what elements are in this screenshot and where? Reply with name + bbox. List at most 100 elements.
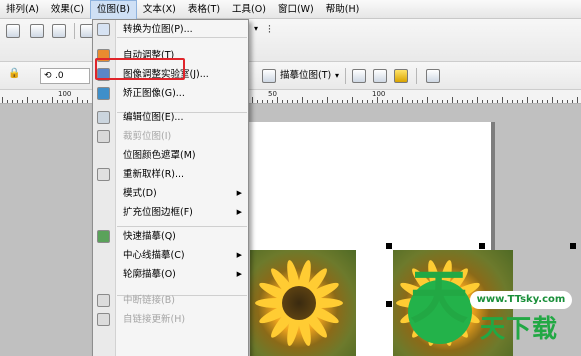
property-bar: 🔒 ⟲ .0 描摹位图(T) ▾ — [0, 62, 581, 90]
menu-separator — [117, 37, 247, 38]
ruler-tick — [567, 100, 568, 103]
menu-item-label: 扩充位图边框(F) — [123, 207, 193, 218]
trace-bitmap-button[interactable]: 描摹位图(T) — [280, 68, 331, 84]
ruler-tick — [272, 100, 273, 103]
ruler-tick — [437, 100, 438, 103]
ruler-tick — [467, 100, 468, 103]
ruler-tick — [277, 97, 278, 103]
ruler-tick — [397, 100, 398, 103]
edit-bitmap-icon — [97, 111, 110, 124]
ruler-tick — [477, 97, 478, 103]
menu-item-label: 中心线描摹(C) — [123, 250, 185, 261]
bitmap-menu-item[interactable]: 模式(D) ▶ — [93, 184, 248, 203]
menu-help[interactable]: 帮助(H) — [320, 0, 366, 19]
ruler-tick — [402, 97, 403, 103]
rotation-value: .0 — [55, 71, 64, 81]
ruler-tick — [357, 100, 358, 103]
ruler-tick — [517, 100, 518, 103]
bitmap-menu-item[interactable]: 重新取样(R)... — [93, 165, 248, 184]
watermark-brand: 天下载 — [480, 314, 559, 343]
ruler-tick — [307, 100, 308, 103]
update-link-icon — [97, 313, 110, 326]
flower-center — [282, 286, 316, 320]
ruler-tick — [32, 100, 33, 103]
crop-icon[interactable] — [352, 69, 366, 83]
ruler-tick — [422, 100, 423, 103]
ruler-tick — [367, 100, 368, 103]
ruler-tick — [27, 97, 28, 103]
edit-bitmap-tool-icon[interactable] — [394, 69, 408, 83]
dropdown-arrow-icon[interactable]: ▾ — [254, 24, 264, 38]
ruler-tick — [37, 100, 38, 103]
ruler-tick — [492, 100, 493, 103]
menu-table[interactable]: 表格(T) — [182, 0, 226, 19]
ruler-tick — [557, 100, 558, 103]
ruler-tick — [262, 100, 263, 103]
ruler-tick — [462, 100, 463, 103]
bitmap-menu-item[interactable]: 矫正图像(G)... — [93, 84, 248, 103]
ruler-tick — [12, 100, 13, 103]
ruler-label: 100 — [58, 90, 72, 98]
menu-bitmap[interactable]: 位图(B) — [89, 0, 137, 19]
bitmap-menu-item[interactable]: 位图颜色遮罩(M) — [93, 146, 248, 165]
break-link-icon — [97, 294, 110, 307]
ruler-tick — [432, 100, 433, 103]
flower-photo-original[interactable] — [250, 250, 356, 356]
menu-item-label: 轮廓描摹(O) — [123, 269, 176, 280]
quick-trace-icon — [97, 230, 110, 243]
trace-dropdown-arrow-icon[interactable]: ▾ — [335, 68, 339, 84]
publish-icon[interactable] — [52, 24, 66, 38]
menu-text[interactable]: 文本(X) — [137, 0, 182, 19]
resample-tool-icon[interactable] — [373, 69, 387, 83]
menu-item-label: 矫正图像(G)... — [123, 88, 185, 99]
ruler-tick — [332, 100, 333, 103]
submenu-arrow-icon: ▶ — [236, 251, 242, 259]
lock-ratio-icon[interactable]: 🔒 — [8, 68, 20, 82]
selection-handle[interactable] — [570, 243, 576, 249]
menu-effects[interactable]: 效果(C) — [45, 0, 90, 19]
bitmap-menu-item[interactable]: 快速描摹(Q) — [93, 227, 248, 246]
ruler-tick — [507, 100, 508, 103]
ruler-tick — [77, 97, 78, 103]
menu-tools[interactable]: 工具(O) — [226, 0, 272, 19]
ruler-tick — [317, 100, 318, 103]
ruler-tick — [522, 100, 523, 103]
convert-bitmap-icon — [97, 23, 110, 36]
selection-handle[interactable] — [479, 243, 485, 249]
app-window: 排列(A) 效果(C) 位图(B) 文本(X) 表格(T) 工具(O) 窗口(W… — [0, 0, 581, 356]
menu-item-label: 编辑位图(E)... — [123, 112, 184, 123]
ruler-tick — [502, 97, 503, 103]
horizontal-ruler: 100 50 100 — [0, 90, 581, 104]
menu-item-label: 重新取样(R)... — [123, 169, 185, 180]
rotation-field[interactable]: ⟲ .0 — [40, 68, 90, 84]
bitmap-menu-item[interactable]: 编辑位图(E)... — [93, 108, 248, 127]
ruler-tick — [312, 100, 313, 103]
ruler-tick — [292, 100, 293, 103]
bitmap-color-icon[interactable] — [426, 69, 440, 83]
bitmap-menu-item[interactable]: 轮廓描摹(O) ▶ — [93, 265, 248, 284]
ruler-tick — [257, 100, 258, 103]
ruler-tick — [87, 100, 88, 103]
ruler-tick — [62, 100, 63, 103]
toolbar-separator — [345, 68, 346, 84]
ruler-tick — [392, 100, 393, 103]
watermark-url: www.TTsky.com — [470, 291, 572, 309]
bitmap-menu-item[interactable]: 中心线描摹(C) ▶ — [93, 246, 248, 265]
rotate-icon: ⟲ — [44, 71, 52, 81]
submenu-arrow-icon: ▶ — [236, 208, 242, 216]
bitmap-menu-item: 中断链接(B) — [93, 291, 248, 310]
ruler-tick — [552, 97, 553, 103]
bitmap-menu-item[interactable]: 扩充位图边框(F) ▶ — [93, 203, 248, 222]
ruler-tick — [412, 100, 413, 103]
ruler-tick — [487, 100, 488, 103]
bitmap-menu-item: 自链接更新(H) — [93, 310, 248, 329]
selection-handle[interactable] — [386, 301, 392, 307]
ruler-tick — [47, 100, 48, 103]
snap-icon[interactable]: ⫶ — [268, 24, 278, 38]
export-icon[interactable] — [30, 24, 44, 38]
selection-handle[interactable] — [386, 243, 392, 249]
import-icon[interactable] — [6, 24, 20, 38]
ruler-tick — [407, 100, 408, 103]
menu-window[interactable]: 窗口(W) — [272, 0, 320, 19]
menu-arrange[interactable]: 排列(A) — [0, 0, 45, 19]
